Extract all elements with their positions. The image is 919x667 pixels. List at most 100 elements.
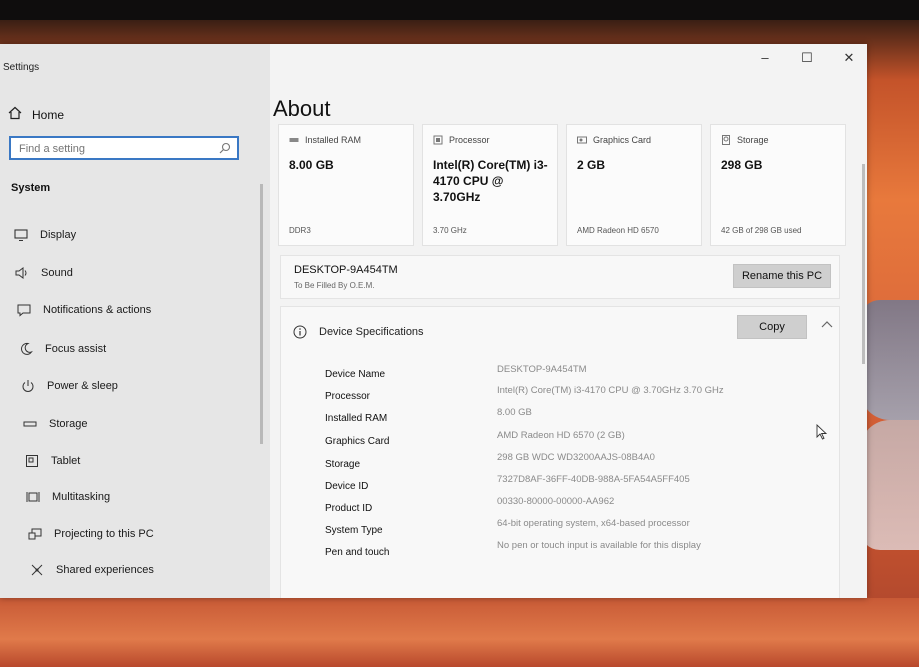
window-controls: – ☐ ✕ [757,50,857,66]
sidebar-item-label: Sound [41,267,73,279]
sidebar-item-label: Notifications & actions [43,304,152,316]
card-label: Graphics Card [593,135,652,145]
spec-key: Graphics Card [325,436,390,447]
card-value: 8.00 GB [289,158,334,172]
card-label: Installed RAM [305,135,362,145]
sidebar-item-label: Storage [49,418,88,430]
wallpaper-cloud [860,420,919,550]
screen-bezel [0,0,919,20]
search-icon[interactable] [219,142,231,154]
sidebar-home[interactable]: Home [8,106,64,123]
device-specifications: Device Specifications Copy Device Name DE… [280,306,840,598]
sidebar-item-display[interactable]: Display [14,228,76,242]
sidebar-item-label: Projecting to this PC [54,528,154,540]
search-input[interactable] [17,139,211,159]
spec-value: No pen or touch input is available for t… [497,540,701,551]
storage-icon [722,135,730,145]
sidebar-item-label: Tablet [51,455,81,467]
card-graphics-card: Graphics Card 2 GB AMD Radeon HD 6570 [566,124,702,246]
page-title: About [273,96,331,121]
graphics-card-icon [577,136,587,144]
card-label: Processor [449,135,490,145]
mouse-cursor-icon [816,424,828,440]
sidebar-item-label: Shared experiences [56,564,154,576]
tablet-icon [26,455,38,467]
spec-key: Device ID [325,481,369,492]
sidebar-item-power-sleep[interactable]: Power & sleep [21,379,118,393]
copy-button[interactable]: Copy [737,315,807,339]
minimize-button[interactable]: – [757,50,773,66]
ram-icon [289,138,299,142]
shared-icon [31,564,43,576]
card-value: Intel(R) Core(TM) i3-4170 CPU @ 3.70GHz [433,158,548,204]
spec-value: 8.00 GB [497,407,532,418]
processor-icon [433,135,443,145]
power-icon [22,380,34,392]
spec-value: DESKTOP-9A454TM [497,364,587,375]
chevron-up-icon[interactable] [821,319,833,329]
wallpaper-bottom [0,598,919,667]
specs-title: Device Specifications [319,326,424,338]
sidebar-item-multitasking[interactable]: Multitasking [26,490,110,504]
specs-header[interactable]: Device Specifications [293,325,424,339]
card-value: 298 GB [721,158,763,172]
card-value: 2 GB [577,158,606,172]
rename-pc-button[interactable]: Rename this PC [733,264,831,288]
spec-key: Product ID [325,503,373,514]
card-sub: 42 GB of 298 GB used [721,226,802,235]
sidebar-item-storage[interactable]: Storage [23,417,88,431]
spec-key: Installed RAM [325,413,388,424]
spec-value: Intel(R) Core(TM) i3-4170 CPU @ 3.70GHz … [497,385,724,396]
spec-value: AMD Radeon HD 6570 (2 GB) [497,430,625,441]
card-sub: DDR3 [289,226,311,235]
spec-value: 7327D8AF-36FF-40DB-988A-5FA54A5FF405 [497,474,690,485]
card-label: Storage [737,135,769,145]
projecting-icon [28,528,42,540]
close-button[interactable]: ✕ [841,50,857,66]
card-processor: Processor Intel(R) Core(TM) i3-4170 CPU … [422,124,558,246]
wallpaper-cloud [860,300,919,420]
spec-key: System Type [325,525,383,536]
spec-value: 64-bit operating system, x64-based proce… [497,518,690,529]
moon-icon [20,342,33,355]
sidebar-item-notifications[interactable]: Notifications & actions [17,303,151,317]
pc-name-section: DESKTOP-9A454TM To Be Filled By O.E.M. R… [280,255,840,299]
window-title: Settings [3,62,40,73]
sidebar-item-label: Multitasking [52,491,111,503]
sidebar: Settings Home System Display Sound Not [0,44,270,598]
main-panel: – ☐ ✕ About Installed RAM 8.00 GB DDR3 P… [270,44,867,598]
info-icon [293,325,307,339]
search-box[interactable] [9,136,239,160]
sidebar-item-label: Focus assist [45,343,107,355]
card-installed-ram: Installed RAM 8.00 GB DDR3 [278,124,414,246]
sidebar-item-sound[interactable]: Sound [15,266,73,280]
settings-window: Settings Home System Display Sound Not [0,44,867,598]
notification-icon [17,304,31,317]
spec-key: Processor [325,391,371,402]
sidebar-item-label: Power & sleep [47,380,118,392]
sidebar-item-tablet[interactable]: Tablet [25,454,80,468]
spec-value: 298 GB WDC WD3200AAJS-08B4A0 [497,452,655,463]
summary-cards: Installed RAM 8.00 GB DDR3 Processor Int… [278,124,846,246]
sidebar-scrollbar[interactable] [260,184,263,444]
section-title: System [11,182,51,194]
speaker-icon [15,267,27,279]
spec-key: Pen and touch [325,547,390,558]
spec-key: Storage [325,459,361,470]
sidebar-item-projecting[interactable]: Projecting to this PC [28,527,154,541]
card-sub: 3.70 GHz [433,226,467,235]
main-scrollbar[interactable] [862,164,865,364]
card-storage: Storage 298 GB 42 GB of 298 GB used [710,124,846,246]
card-sub: AMD Radeon HD 6570 [577,226,659,235]
sidebar-item-shared-experiences[interactable]: Shared experiences [30,563,154,577]
sidebar-item-label: Display [40,229,77,241]
maximize-button[interactable]: ☐ [799,50,815,66]
pc-name: DESKTOP-9A454TM [294,264,398,276]
multitasking-icon [26,492,40,502]
spec-value: 00330-80000-00000-AA962 [497,496,615,507]
monitor-icon [14,229,28,241]
storage-icon [23,421,37,427]
sidebar-item-focus-assist[interactable]: Focus assist [19,342,106,356]
home-label: Home [32,107,65,122]
spec-key: Device Name [325,369,386,380]
